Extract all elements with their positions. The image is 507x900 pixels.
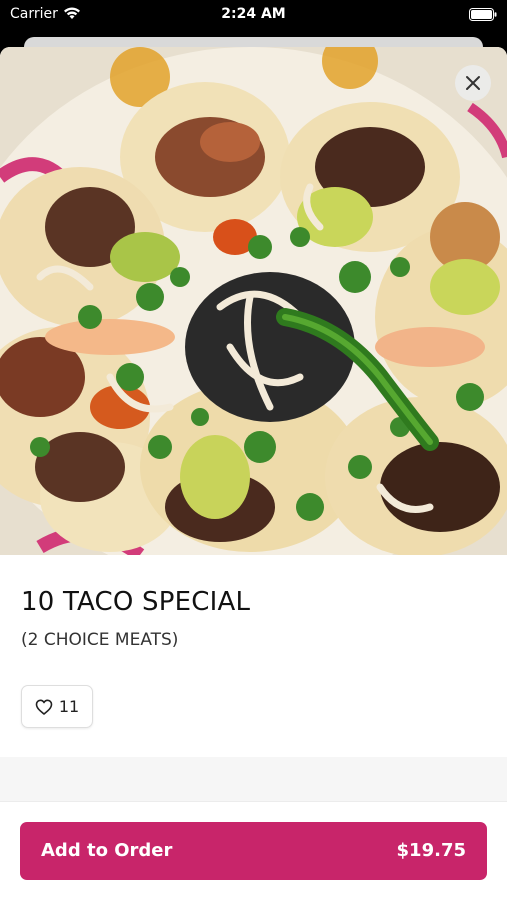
- section-divider: [0, 757, 507, 801]
- close-icon: [466, 76, 480, 90]
- like-button[interactable]: 11: [21, 685, 93, 728]
- item-photo: [0, 47, 507, 555]
- heart-icon: [35, 699, 53, 715]
- item-subtitle: (2 CHOICE MEATS): [21, 630, 179, 650]
- battery-icon: [469, 8, 497, 21]
- status-bar: Carrier 2:24 AM: [0, 0, 507, 30]
- bottom-bar: Add to Order $19.75: [0, 801, 507, 900]
- item-title: 10 TACO SPECIAL: [21, 587, 251, 617]
- close-button[interactable]: [455, 65, 491, 101]
- add-to-order-label: Add to Order: [41, 840, 173, 861]
- item-detail-sheet: 10 TACO SPECIAL (2 CHOICE MEATS) 11 Add …: [0, 47, 507, 900]
- order-price: $19.75: [396, 840, 466, 861]
- status-time: 2:24 AM: [221, 6, 286, 22]
- add-to-order-button[interactable]: Add to Order $19.75: [20, 822, 487, 880]
- like-count: 11: [58, 697, 80, 716]
